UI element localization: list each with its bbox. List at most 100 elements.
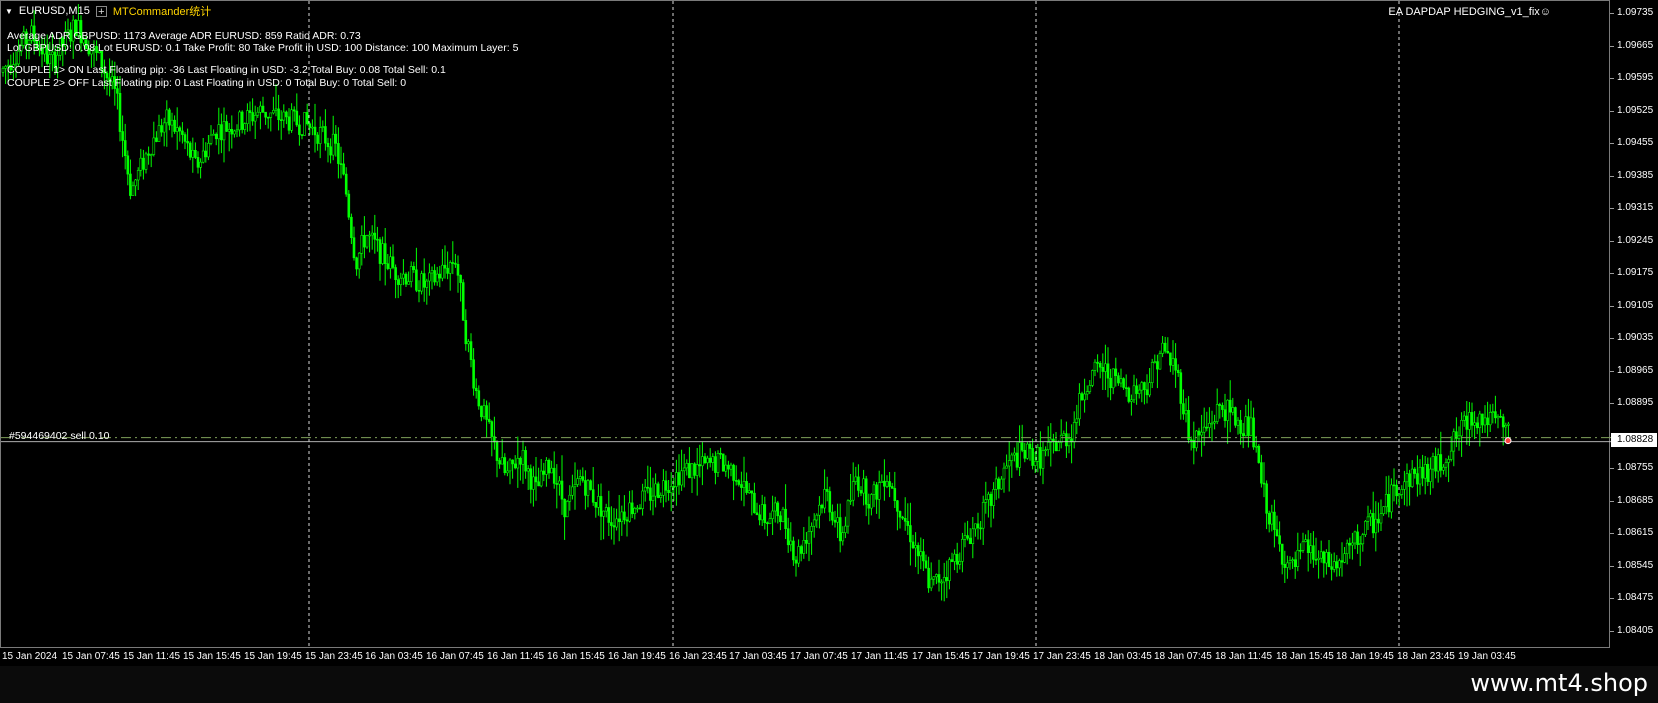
candle-body-239 (623, 511, 626, 521)
candle-body-61 (160, 125, 163, 133)
last-price-marker (1504, 437, 1512, 445)
candle-body-315 (820, 504, 824, 509)
candle-body-540 (1405, 473, 1409, 483)
candle-body-0 (1, 68, 5, 73)
candle-body-480 (1249, 417, 1253, 436)
candle-body-481 (1252, 417, 1255, 448)
candle-body-266 (693, 463, 696, 476)
candle-body-354 (922, 551, 925, 562)
candle-body-402 (1046, 441, 1050, 450)
time-label: 18 Jan 15:45 (1276, 651, 1334, 662)
candle-body-211 (550, 467, 553, 474)
candle-body-82 (214, 133, 218, 140)
candle-body-516 (1343, 553, 1346, 563)
candle-body-344 (896, 500, 899, 512)
time-label: 17 Jan 03:45 (729, 651, 787, 662)
candle-body-275 (716, 452, 720, 473)
candle-body-491 (1278, 535, 1281, 545)
candle-body-288 (750, 490, 754, 494)
candle-body-302 (786, 528, 790, 546)
candle-body-180 (469, 341, 473, 361)
time-label: 15 Jan 15:45 (183, 651, 241, 662)
candle-body-538 (1400, 489, 1404, 495)
candle-body-426 (1109, 377, 1112, 389)
candle-body-178 (464, 320, 468, 345)
time-scale[interactable]: 15 Jan 2024 15 Jan 07:45 15 Jan 11:45 15 Ja… (0, 648, 1610, 666)
candle-body-224 (584, 480, 587, 496)
candle-body-53 (139, 157, 143, 171)
candle-body-192 (500, 457, 504, 465)
candle-body-229 (597, 496, 600, 508)
candle-body-294 (766, 522, 769, 525)
time-label: 16 Jan 15:45 (547, 651, 605, 662)
candle-body-160 (417, 289, 421, 292)
candle-body-145 (378, 239, 382, 264)
candle-body-434 (1130, 399, 1133, 402)
candle-body-334 (870, 494, 873, 509)
candle-body-392 (1020, 442, 1024, 451)
candle-body-311 (810, 525, 813, 532)
candle-body-398 (1036, 447, 1040, 462)
candle-body-563 (1465, 415, 1469, 430)
candle-body-485 (1262, 482, 1266, 485)
candle-body-219 (571, 486, 574, 496)
candle-body-365 (950, 559, 954, 562)
candle-body-533 (1387, 493, 1391, 513)
candle-body-328 (854, 476, 858, 482)
candle-body-218 (568, 494, 572, 502)
candle-body-345 (898, 511, 902, 518)
candle-body-113 (295, 110, 299, 126)
candle-body-143 (373, 232, 377, 240)
dropdown-triangle-icon[interactable]: ▼ (5, 7, 13, 16)
candle-body-415 (1080, 393, 1084, 401)
candle-body-281 (732, 464, 735, 481)
candle-body-260 (677, 472, 681, 486)
candle-body-278 (724, 464, 728, 472)
candle-body-67 (175, 127, 179, 132)
candle-body-501 (1304, 539, 1307, 543)
time-label: 17 Jan 11:45 (851, 651, 909, 662)
candle-body-111 (290, 109, 293, 131)
candle-body-133 (347, 193, 351, 218)
candle-body-123 (321, 126, 325, 128)
candle-body-150 (391, 256, 395, 268)
candle-body-130 (339, 163, 343, 165)
candle-body-124 (324, 126, 327, 144)
candle-body-52 (136, 170, 140, 181)
candle-body-378 (984, 499, 988, 503)
candle-body-300 (781, 508, 785, 523)
candle-body-322 (838, 517, 842, 542)
candle-body-347 (903, 517, 907, 522)
footer-bar: www.mt4.shop (0, 666, 1658, 703)
candle-body-226 (589, 480, 592, 490)
order-label[interactable]: #594469402 sell 0.10 (9, 430, 109, 442)
candle-body-531 (1382, 506, 1385, 515)
candle-body-118 (308, 123, 312, 128)
price-scale[interactable]: 1.09735 1.09665 1.09595 1.09525 1.09455 1.093… (1610, 0, 1658, 648)
candle-body-355 (924, 560, 928, 569)
candle-body-134 (350, 216, 353, 238)
candle-body-519 (1351, 542, 1354, 546)
candle-body-92 (240, 111, 244, 130)
candle-body-154 (402, 273, 405, 279)
candle-body-408 (1062, 433, 1066, 436)
time-label: 15 Jan 11:45 (123, 651, 181, 662)
chart-area[interactable]: ▼ EURUSD,M15 + MTCommander统计 EA DAPDAP H… (0, 0, 1611, 649)
candle-body-149 (389, 256, 392, 269)
add-indicator-icon[interactable]: + (95, 5, 107, 17)
candle-body-74 (194, 150, 197, 158)
candle-body-420 (1093, 361, 1097, 371)
candle-body-78 (204, 150, 208, 158)
price-tick (1610, 403, 1614, 404)
candle-body-349 (909, 525, 912, 543)
candle-body-320 (833, 519, 837, 523)
candle-body-45 (118, 93, 122, 132)
price-plot (1, 1, 1611, 649)
candle-body-84 (220, 124, 223, 141)
candle-body-335 (872, 484, 876, 495)
candle-body-375 (976, 523, 980, 529)
candle-body-351 (914, 545, 917, 549)
time-label: 16 Jan 07:45 (426, 651, 484, 662)
candle-body-466 (1213, 421, 1216, 424)
candle-body-277 (721, 453, 725, 472)
